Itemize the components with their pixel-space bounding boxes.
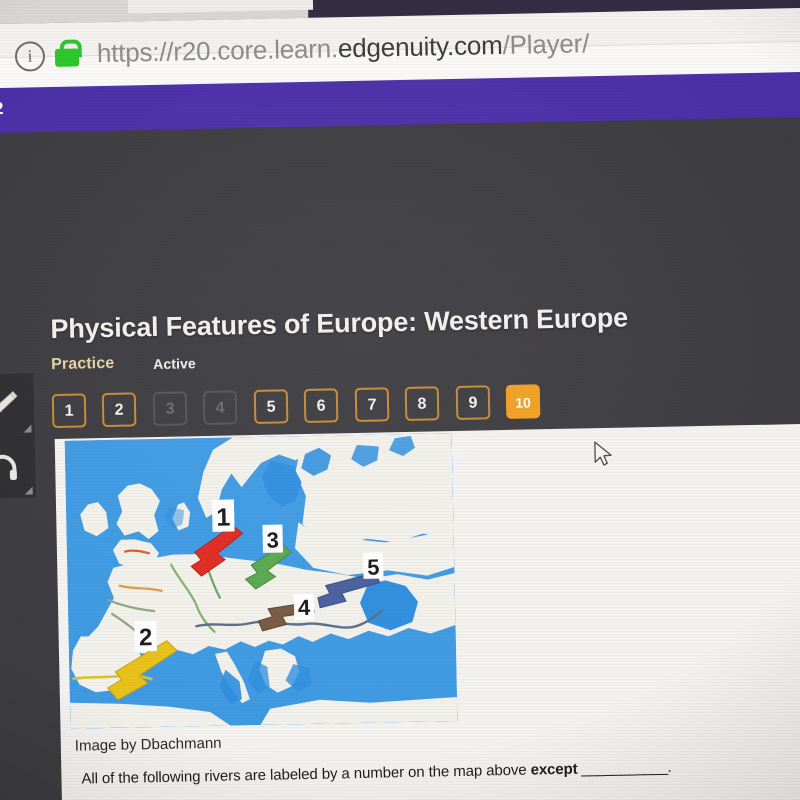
question-tab-10[interactable]: 10	[505, 384, 541, 419]
map-label-1: 1	[216, 504, 231, 532]
question-tab-3: 3	[152, 391, 188, 427]
question-tab-8[interactable]: 8	[404, 386, 440, 421]
question-tab-9[interactable]: 9	[455, 385, 491, 420]
question-text: All of the following rivers are labeled …	[81, 759, 671, 788]
question-tab-1[interactable]: 1	[51, 393, 87, 429]
pencil-highlighter-icon	[0, 390, 18, 419]
map-label-2: 2	[139, 624, 153, 651]
url-path: /Player/	[502, 28, 590, 60]
map-label-3: 3	[266, 528, 279, 553]
audio-tool[interactable]	[0, 435, 36, 499]
question-prefix: All of the following rivers are labeled …	[81, 761, 531, 788]
question-tab-7[interactable]: 7	[354, 387, 390, 422]
annotate-tool[interactable]	[0, 373, 35, 437]
url-domain: edgenuity.com	[337, 29, 503, 64]
question-tab-4: 4	[202, 390, 238, 426]
europe-map-image: 1 3 5 4 2	[64, 433, 458, 729]
question-blank: ___________.	[577, 758, 672, 778]
question-panel: 1 3 5 4 2 Image by Dbachmann All of the …	[54, 423, 800, 800]
map-label-5: 5	[367, 555, 380, 580]
tool-corner-indicator	[23, 424, 32, 433]
headphones-icon	[0, 454, 17, 481]
image-credit: Image by Dbachmann	[74, 734, 222, 755]
url-scheme: https://r20.core.learn.	[96, 33, 339, 69]
course-label: 041 S2	[0, 98, 4, 119]
app-body: Physical Features of Europe: Western Eur…	[0, 116, 800, 800]
mouse-pointer	[594, 441, 612, 466]
question-emphasis: except	[530, 760, 578, 779]
map-label-4: 4	[298, 595, 311, 620]
breadcrumb-mode: Practice	[51, 354, 115, 374]
map-graphic: 1 3 5 4 2	[64, 433, 458, 729]
question-tab-6[interactable]: 6	[303, 388, 339, 424]
screen-photo: ...g... ✕ i https://r20.core.learn.edgen…	[0, 0, 800, 800]
tool-corner-indicator	[24, 486, 33, 495]
page-title: Physical Features of Europe: Western Eur…	[50, 302, 629, 345]
question-tab-2[interactable]: 2	[101, 392, 137, 428]
padlock-icon[interactable]	[54, 39, 83, 67]
question-tab-5[interactable]: 5	[253, 389, 289, 425]
breadcrumb-state: Active	[153, 355, 196, 373]
